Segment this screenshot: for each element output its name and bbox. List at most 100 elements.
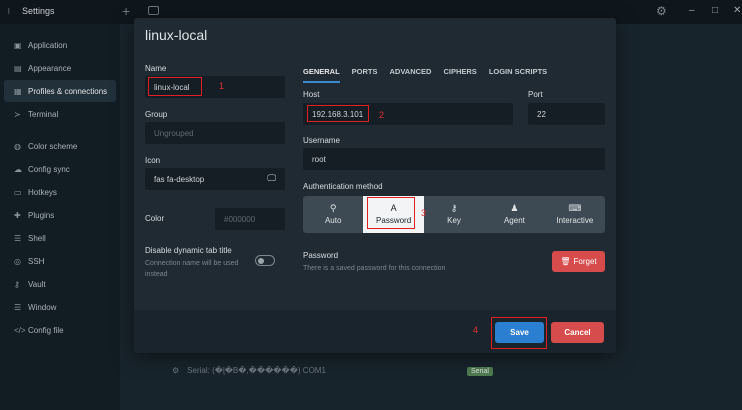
sidebar-item-label: Plugins bbox=[28, 210, 55, 220]
dynamic-title-toggle[interactable] bbox=[255, 255, 275, 266]
sidebar-item-label: Color scheme bbox=[28, 141, 78, 151]
app-title: Settings bbox=[22, 6, 55, 16]
code-icon: </> bbox=[14, 325, 26, 335]
icon-label: Icon bbox=[145, 156, 161, 165]
auth-method-selector: ⚲ Auto A Password ⚷ Key ♟ Agent ⌨ Interactive bbox=[303, 196, 605, 233]
sidebar-item-terminal[interactable]: ≻ Terminal bbox=[4, 103, 116, 125]
profile-type-badge: Serial bbox=[467, 367, 493, 376]
auth-option-label: Auto bbox=[324, 216, 342, 225]
window-icon: ☰ bbox=[14, 302, 22, 312]
icon-value: fas fa-desktop bbox=[154, 174, 205, 184]
auth-option-key[interactable]: ⚷ Key bbox=[423, 196, 485, 233]
port-input[interactable]: 22 bbox=[528, 103, 605, 125]
key-icon: ⚷ bbox=[450, 203, 458, 213]
tab-ports[interactable]: PORTS bbox=[352, 67, 378, 83]
tab-window-icon[interactable] bbox=[148, 6, 159, 15]
serial-icon: ⚙ bbox=[172, 366, 180, 375]
cancel-button[interactable]: Cancel bbox=[551, 322, 604, 343]
window-icon: ▣ bbox=[14, 40, 22, 50]
auth-option-agent[interactable]: ♟ Agent bbox=[484, 196, 545, 233]
icon-input[interactable]: fas fa-desktop 🖵 bbox=[145, 168, 285, 190]
password-help: There is a saved password for this conne… bbox=[303, 265, 446, 272]
color-label: Color bbox=[145, 214, 165, 223]
forget-button-label: Forget bbox=[573, 257, 597, 266]
color-input[interactable]: #000000 bbox=[215, 208, 285, 230]
annotation-number: 2 bbox=[379, 110, 385, 120]
auth-method-label: Authentication method bbox=[303, 182, 383, 191]
dialog-title: linux-local bbox=[145, 27, 208, 43]
sidebar-item-hotkeys[interactable]: ▭ Hotkeys bbox=[4, 181, 116, 203]
auth-option-interactive[interactable]: ⌨ Interactive bbox=[544, 196, 605, 233]
desktop-icon: 🖵 bbox=[267, 173, 276, 183]
annotation-box-password bbox=[367, 197, 415, 229]
globe-icon: ◎ bbox=[14, 256, 21, 266]
profile-tabs: GENERAL PORTS ADVANCED CIPHERS LOGIN SCR… bbox=[303, 67, 559, 83]
name-label: Name bbox=[145, 64, 167, 73]
tab-login-scripts[interactable]: LOGIN SCRIPTS bbox=[489, 67, 547, 83]
password-label: Password bbox=[303, 251, 339, 260]
port-label: Port bbox=[528, 90, 543, 99]
sidebar-item-label: Shell bbox=[28, 233, 46, 243]
profile-edit-dialog: linux-local Name linux-local Group Ungro… bbox=[134, 18, 616, 353]
auth-option-label: Agent bbox=[503, 216, 525, 225]
dynamic-title-label: Disable dynamic tab title bbox=[145, 246, 232, 255]
new-tab-icon[interactable]: + bbox=[122, 3, 130, 19]
sidebar-item-label: Window bbox=[28, 302, 57, 312]
sidebar-item-vault[interactable]: ⚷ Vault bbox=[4, 273, 116, 295]
dynamic-title-help: Connection name will be used instead bbox=[145, 260, 239, 278]
cloud-icon: ☁ bbox=[14, 164, 22, 174]
group-label: Group bbox=[145, 110, 168, 119]
sidebar-item-window[interactable]: ☰ Window bbox=[4, 296, 116, 318]
keyboard-icon: ⌨ bbox=[568, 203, 582, 213]
tab-ciphers[interactable]: CIPHERS bbox=[443, 67, 476, 83]
list-icon: ☰ bbox=[14, 233, 22, 243]
key-icon: ⚷ bbox=[14, 279, 20, 289]
minimize-button[interactable]: – bbox=[689, 5, 695, 16]
host-label: Host bbox=[303, 90, 320, 99]
sidebar-item-config-file[interactable]: </> Config file bbox=[4, 319, 116, 341]
sidebar-item-label: Vault bbox=[28, 279, 46, 289]
agent-icon: ♟ bbox=[510, 203, 519, 213]
profiles-icon: ▦ bbox=[14, 86, 22, 96]
username-input[interactable]: root bbox=[303, 148, 605, 170]
annotation-box-host bbox=[307, 105, 369, 122]
close-button[interactable]: ✕ bbox=[733, 5, 741, 16]
settings-sidebar: ▣ Application ▤ Appearance ▦ Profiles & con… bbox=[0, 24, 120, 410]
bulb-icon: ⚲ bbox=[329, 203, 337, 213]
sidebar-item-label: Application bbox=[28, 40, 68, 50]
maximize-button[interactable]: □ bbox=[712, 5, 718, 16]
trash-icon: 🗑 bbox=[560, 257, 571, 266]
auth-option-label: Interactive bbox=[556, 216, 594, 225]
keyboard-icon: ▭ bbox=[14, 187, 22, 197]
gear-icon[interactable]: ⚙ bbox=[656, 4, 667, 18]
sidebar-item-config-sync[interactable]: ☁ Config sync bbox=[4, 158, 116, 180]
sidebar-item-plugins[interactable]: ✚ Plugins bbox=[4, 204, 116, 226]
auth-option-auto[interactable]: ⚲ Auto bbox=[303, 196, 364, 233]
sidebar-item-application[interactable]: ▣ Application bbox=[4, 34, 116, 56]
sidebar-item-label: Hotkeys bbox=[28, 187, 57, 197]
annotation-number: 1 bbox=[219, 81, 225, 91]
auth-option-label: Key bbox=[447, 216, 461, 225]
sidebar-item-label: Terminal bbox=[28, 109, 59, 119]
terminal-logo-icon: ⦚ bbox=[8, 7, 10, 16]
profile-list-item[interactable]: ⚙ Serial: (�ɭ�B�,������) COM1 bbox=[172, 366, 326, 375]
sidebar-item-color-scheme[interactable]: ◍ Color scheme bbox=[4, 135, 116, 157]
annotation-number: 4 bbox=[473, 325, 479, 335]
sidebar-item-appearance[interactable]: ▤ Appearance bbox=[4, 57, 116, 79]
serial-profile-label: Serial: (�ɭ�B�,������) COM1 bbox=[187, 366, 326, 375]
username-label: Username bbox=[303, 136, 340, 145]
annotation-box-save bbox=[491, 317, 547, 349]
tab-general[interactable]: GENERAL bbox=[303, 67, 340, 83]
tab-advanced[interactable]: ADVANCED bbox=[390, 67, 432, 83]
image-icon: ▤ bbox=[14, 63, 22, 73]
annotation-number: 3 bbox=[421, 208, 427, 218]
annotation-box-name bbox=[148, 77, 202, 96]
puzzle-icon: ✚ bbox=[14, 210, 21, 220]
sidebar-item-profiles[interactable]: ▦ Profiles & connections bbox=[4, 80, 116, 102]
group-input[interactable]: Ungrouped bbox=[145, 122, 285, 144]
sidebar-item-ssh[interactable]: ◎ SSH bbox=[4, 250, 116, 272]
sidebar-item-label: Config sync bbox=[28, 164, 70, 174]
sidebar-item-label: SSH bbox=[28, 256, 45, 266]
forget-password-button[interactable]: 🗑 Forget bbox=[552, 251, 605, 272]
sidebar-item-shell[interactable]: ☰ Shell bbox=[4, 227, 116, 249]
